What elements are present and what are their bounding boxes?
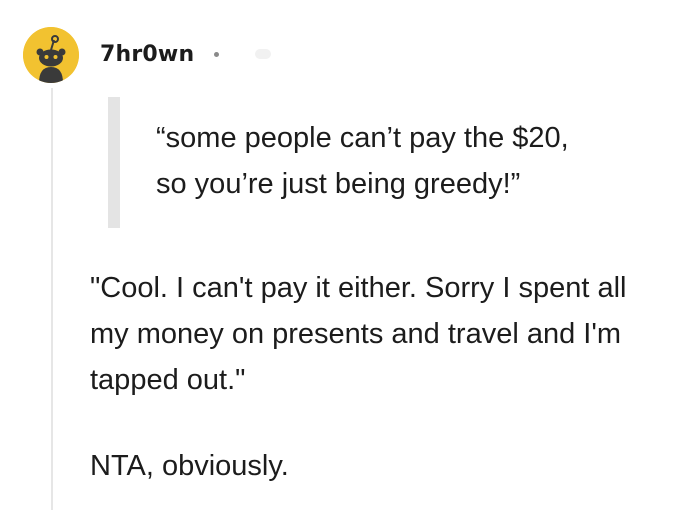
quote-line: “some people can’t pay the $20,	[156, 122, 569, 154]
thread-collapse-line[interactable]	[51, 88, 53, 510]
quote-line: so you’re just being greedy!”	[156, 168, 521, 200]
comment-verdict: NTA, obviously.	[90, 450, 289, 482]
separator-dot-icon	[214, 51, 220, 57]
avatar[interactable]	[23, 27, 79, 83]
blockquote-text: “some people can’t pay the $20, so you’re…	[156, 115, 656, 207]
comment: 7hr0wn “some people can’t pay the $20, so…	[0, 0, 700, 510]
snoo-avatar-icon	[23, 27, 79, 83]
blockquote: “some people can’t pay the $20, so you’re…	[108, 97, 668, 228]
comment-timestamp	[255, 49, 272, 59]
body-line: "Cool. I can't pay it either. Sorry I sp…	[90, 272, 627, 304]
body-line: tapped out."	[90, 364, 246, 396]
body-line: my money on presents and travel and I'm	[90, 318, 622, 350]
username-link[interactable]: 7hr0wn	[100, 42, 194, 67]
blockquote-bar	[108, 97, 120, 228]
comment-body-paragraph: "Cool. I can't pay it either. Sorry I sp…	[90, 265, 690, 403]
comment-header: 7hr0wn	[100, 38, 272, 70]
